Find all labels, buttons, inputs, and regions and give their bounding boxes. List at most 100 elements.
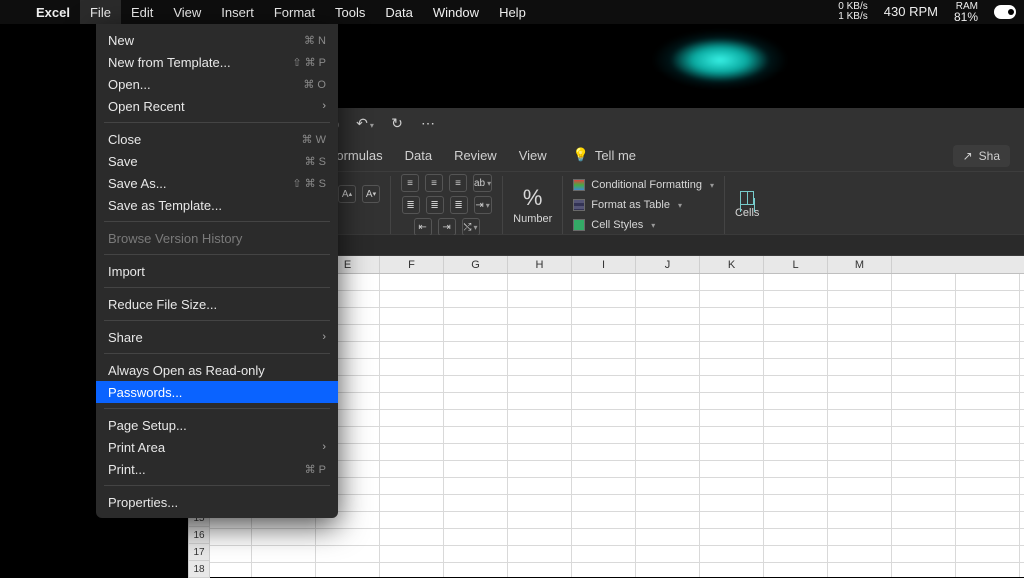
cell[interactable] <box>892 325 956 341</box>
cell[interactable] <box>636 529 700 545</box>
cell[interactable] <box>572 427 636 443</box>
cell[interactable] <box>508 546 572 562</box>
menu-item-properties-[interactable]: Properties... <box>96 491 338 513</box>
row-header[interactable]: 16 <box>188 527 210 544</box>
menu-item-new[interactable]: New⌘ N <box>96 29 338 51</box>
cell[interactable] <box>764 410 828 426</box>
cell[interactable] <box>828 291 892 307</box>
cell[interactable] <box>764 461 828 477</box>
cell[interactable] <box>892 495 956 511</box>
cell[interactable] <box>764 563 828 577</box>
cell[interactable] <box>380 495 444 511</box>
cell[interactable] <box>636 563 700 577</box>
cell[interactable] <box>508 376 572 392</box>
menubar-item-window[interactable]: Window <box>423 0 489 24</box>
cell[interactable] <box>956 461 1020 477</box>
cell[interactable] <box>892 291 956 307</box>
cell[interactable] <box>956 563 1020 577</box>
align-top-icon[interactable]: ≡ <box>401 174 419 192</box>
cell[interactable] <box>508 393 572 409</box>
cell[interactable] <box>252 563 316 577</box>
cell[interactable] <box>572 359 636 375</box>
cells-icon[interactable] <box>740 191 754 205</box>
cell[interactable] <box>636 410 700 426</box>
column-header[interactable]: F <box>380 256 444 273</box>
tell-me-search[interactable]: 💡 Tell me <box>573 147 636 171</box>
cell[interactable] <box>764 546 828 562</box>
cell[interactable] <box>764 325 828 341</box>
cell[interactable] <box>636 546 700 562</box>
menu-item-save-as-[interactable]: Save As...⇧ ⌘ S <box>96 172 338 194</box>
menubar-item-view[interactable]: View <box>163 0 211 24</box>
cell[interactable] <box>764 376 828 392</box>
increase-font-icon[interactable]: A▴ <box>338 185 356 203</box>
cell[interactable] <box>892 342 956 358</box>
cell[interactable] <box>828 325 892 341</box>
column-header[interactable]: J <box>636 256 700 273</box>
cell[interactable] <box>572 274 636 290</box>
cell[interactable] <box>700 512 764 528</box>
cell[interactable] <box>636 325 700 341</box>
cell[interactable] <box>508 495 572 511</box>
cell[interactable] <box>380 393 444 409</box>
cell[interactable] <box>508 461 572 477</box>
cell[interactable] <box>764 342 828 358</box>
cell[interactable] <box>636 308 700 324</box>
cell[interactable] <box>764 291 828 307</box>
cell[interactable] <box>572 342 636 358</box>
cell[interactable] <box>700 376 764 392</box>
share-button[interactable]: ↗ Sha <box>953 145 1010 167</box>
column-header[interactable]: I <box>572 256 636 273</box>
cell[interactable] <box>956 376 1020 392</box>
orientation-icon[interactable]: ⤭▾ <box>462 218 480 236</box>
cell[interactable] <box>956 546 1020 562</box>
cell[interactable] <box>444 512 508 528</box>
cell[interactable] <box>444 274 508 290</box>
cell[interactable] <box>828 342 892 358</box>
align-right-icon[interactable]: ≣ <box>450 196 468 214</box>
menu-item-print-[interactable]: Print...⌘ P <box>96 458 338 480</box>
cell[interactable] <box>572 529 636 545</box>
cell[interactable] <box>828 478 892 494</box>
cell[interactable] <box>380 563 444 577</box>
cell[interactable] <box>572 478 636 494</box>
cell[interactable] <box>380 274 444 290</box>
menu-item-open-recent[interactable]: Open Recent› <box>96 95 338 117</box>
cell[interactable] <box>700 546 764 562</box>
menubar-extra-icon[interactable] <box>994 5 1016 19</box>
cell[interactable] <box>508 529 572 545</box>
cell[interactable] <box>444 376 508 392</box>
cell[interactable] <box>892 376 956 392</box>
cell[interactable] <box>572 444 636 460</box>
menubar-item-insert[interactable]: Insert <box>211 0 264 24</box>
cell[interactable] <box>636 495 700 511</box>
cell[interactable] <box>508 308 572 324</box>
column-header[interactable]: L <box>764 256 828 273</box>
cell[interactable] <box>572 376 636 392</box>
more-icon[interactable]: ⋯ <box>420 115 438 132</box>
cell[interactable] <box>380 444 444 460</box>
align-bottom-icon[interactable]: ≡ <box>449 174 467 192</box>
menu-item-passwords-[interactable]: Passwords... <box>96 381 338 403</box>
cell[interactable] <box>380 359 444 375</box>
cell[interactable] <box>380 461 444 477</box>
cell[interactable] <box>828 308 892 324</box>
cell[interactable] <box>892 444 956 460</box>
cell[interactable] <box>508 427 572 443</box>
cell[interactable] <box>636 274 700 290</box>
menubar-item-help[interactable]: Help <box>489 0 536 24</box>
cell[interactable] <box>700 427 764 443</box>
align-middle-icon[interactable]: ≡ <box>425 174 443 192</box>
cell[interactable] <box>444 410 508 426</box>
cell[interactable] <box>700 478 764 494</box>
column-header[interactable]: M <box>828 256 892 273</box>
cell[interactable] <box>828 393 892 409</box>
menu-item-save-as-template-[interactable]: Save as Template... <box>96 194 338 216</box>
cell[interactable] <box>444 291 508 307</box>
cell[interactable] <box>380 376 444 392</box>
menu-item-new-from-template-[interactable]: New from Template...⇧ ⌘ P <box>96 51 338 73</box>
cell[interactable] <box>892 393 956 409</box>
cell[interactable] <box>380 512 444 528</box>
cell[interactable] <box>956 444 1020 460</box>
cell[interactable] <box>636 359 700 375</box>
